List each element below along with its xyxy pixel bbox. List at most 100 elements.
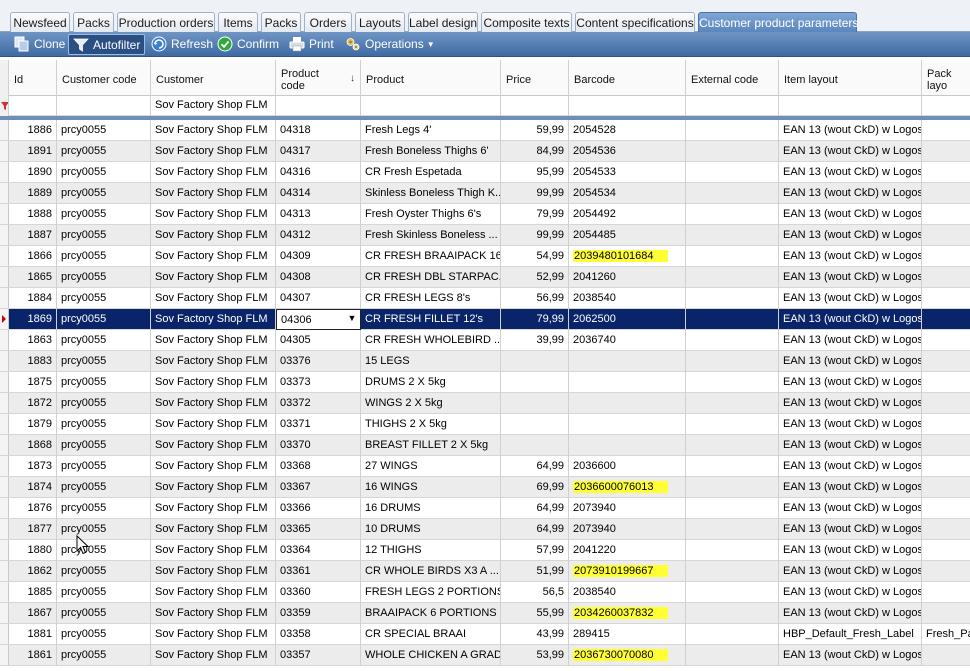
cell-item-layout[interactable]: EAN 13 (wout CkD) w Logos	[779, 204, 922, 225]
cell-pack-layout[interactable]	[922, 309, 970, 330]
cell-customer-code[interactable]: prcy0055	[57, 540, 151, 561]
cell-pack-layout[interactable]	[922, 540, 970, 561]
cell-price[interactable]: 52,99	[501, 267, 569, 288]
cell-id[interactable]: 1885	[9, 582, 57, 603]
cell-external-code[interactable]	[686, 477, 779, 498]
cell-pack-layout[interactable]	[922, 477, 970, 498]
cell-barcode[interactable]	[569, 372, 686, 393]
cell-customer-code[interactable]: prcy0055	[57, 456, 151, 477]
cell-barcode[interactable]: 2041260	[569, 267, 686, 288]
cell-barcode[interactable]: 2073910199667	[569, 561, 686, 582]
cell-pack-layout[interactable]	[922, 456, 970, 477]
cell-product-code[interactable]: 04317	[276, 141, 361, 162]
table-row[interactable]: 1889 prcy0055 Sov Factory Shop FLM 04314 Ski…	[0, 183, 970, 204]
cell-barcode[interactable]: 2034260037832	[569, 603, 686, 624]
cell-item-layout[interactable]: EAN 13 (wout CkD) w Logos	[779, 141, 922, 162]
cell-id[interactable]: 1875	[9, 372, 57, 393]
cell-price[interactable]: 59,99	[501, 120, 569, 141]
cell-customer-code[interactable]: prcy0055	[57, 330, 151, 351]
cell-customer-code[interactable]: prcy0055	[57, 603, 151, 624]
table-row[interactable]: 1868 prcy0055 Sov Factory Shop FLM 03370 BRE…	[0, 435, 970, 456]
row-indicator[interactable]	[0, 351, 9, 371]
filter-cell-pack-layout[interactable]	[922, 96, 970, 116]
filter-cell-customer-code[interactable]	[57, 96, 151, 116]
cell-product-code[interactable]: 04307	[276, 288, 361, 309]
row-indicator[interactable]	[0, 204, 9, 224]
cell-product[interactable]: DRUMS 2 X 5kg	[361, 372, 501, 393]
tab-layouts[interactable]: Layouts	[355, 12, 405, 32]
filter-cell-product[interactable]	[361, 96, 501, 116]
cell-pack-layout[interactable]	[922, 120, 970, 141]
cell-product-code[interactable]: 03359	[276, 603, 361, 624]
table-row[interactable]: 1887 prcy0055 Sov Factory Shop FLM 04312 Fre…	[0, 225, 970, 246]
tab-content-specifications[interactable]: Content specifications	[575, 12, 695, 32]
cell-item-layout[interactable]: HBP_Default_Fresh_Label	[779, 624, 922, 645]
cell-pack-layout[interactable]	[922, 414, 970, 435]
cell-product-code[interactable]: 03367	[276, 477, 361, 498]
table-row[interactable]: 1874 prcy0055 Sov Factory Shop FLM 03367 16 …	[0, 477, 970, 498]
row-indicator[interactable]	[0, 267, 9, 287]
cell-product-code[interactable]: 03364	[276, 540, 361, 561]
cell-item-layout[interactable]: EAN 13 (wout CkD) w Logos	[779, 540, 922, 561]
cell-product-code[interactable]: 03376	[276, 351, 361, 372]
cell-product[interactable]: CR FRESH WHOLEBIRD ...	[361, 330, 501, 351]
cell-customer[interactable]: Sov Factory Shop FLM	[151, 162, 276, 183]
cell-product[interactable]: 12 THIGHS	[361, 540, 501, 561]
cell-pack-layout[interactable]: Fresh_Pa	[922, 624, 970, 645]
cell-product[interactable]: 16 WINGS	[361, 477, 501, 498]
cell-customer[interactable]: Sov Factory Shop FLM	[151, 309, 276, 330]
cell-product-code[interactable]: 03365	[276, 519, 361, 540]
cell-pack-layout[interactable]	[922, 561, 970, 582]
cell-barcode[interactable]	[569, 435, 686, 456]
cell-product[interactable]: WHOLE CHICKEN A GRADE	[361, 645, 501, 666]
cell-product[interactable]: BREAST FILLET 2 X 5kg	[361, 435, 501, 456]
cell-pack-layout[interactable]	[922, 267, 970, 288]
cell-barcode[interactable]: 289415	[569, 624, 686, 645]
tab-packs-2[interactable]: Packs	[261, 12, 301, 32]
cell-product-code[interactable]: 04316	[276, 162, 361, 183]
cell-product-code[interactable]: 04305	[276, 330, 361, 351]
cell-product[interactable]: Fresh Legs 4'	[361, 120, 501, 141]
cell-customer-code[interactable]: prcy0055	[57, 267, 151, 288]
cell-id[interactable]: 1891	[9, 141, 57, 162]
row-indicator[interactable]	[0, 435, 9, 455]
clone-button[interactable]: Clone	[10, 34, 69, 55]
row-indicator[interactable]	[0, 561, 9, 581]
table-row[interactable]: 1884 prcy0055 Sov Factory Shop FLM 04307 CR …	[0, 288, 970, 309]
confirm-button[interactable]: Confirm	[213, 34, 283, 55]
cell-product[interactable]: CR FRESH FILLET 12's	[361, 309, 501, 330]
cell-customer[interactable]: Sov Factory Shop FLM	[151, 351, 276, 372]
cell-price[interactable]: 53,99	[501, 645, 569, 666]
cell-customer-code[interactable]: prcy0055	[57, 183, 151, 204]
cell-external-code[interactable]	[686, 519, 779, 540]
column-header-price[interactable]: Price	[501, 60, 569, 96]
cell-external-code[interactable]	[686, 645, 779, 666]
cell-item-layout[interactable]: EAN 13 (wout CkD) w Logos	[779, 330, 922, 351]
cell-external-code[interactable]	[686, 498, 779, 519]
filter-cell-external-code[interactable]	[686, 96, 779, 116]
cell-price[interactable]: 43,99	[501, 624, 569, 645]
cell-external-code[interactable]	[686, 120, 779, 141]
cell-item-layout[interactable]: EAN 13 (wout CkD) w Logos	[779, 435, 922, 456]
cell-customer[interactable]: Sov Factory Shop FLM	[151, 267, 276, 288]
cell-product-code[interactable]: 03357	[276, 645, 361, 666]
tab-customer-product-parameters[interactable]: Customer product parameters	[698, 12, 858, 32]
tab-production-orders[interactable]: Production orders	[117, 12, 215, 32]
column-header-barcode[interactable]: Barcode	[569, 60, 686, 96]
cell-price[interactable]	[501, 414, 569, 435]
cell-external-code[interactable]	[686, 435, 779, 456]
row-indicator[interactable]	[0, 603, 9, 623]
cell-product-code[interactable]: 04313	[276, 204, 361, 225]
cell-price[interactable]: 56,5	[501, 582, 569, 603]
cell-barcode[interactable]: 2038540	[569, 288, 686, 309]
cell-pack-layout[interactable]	[922, 393, 970, 414]
cell-product-code[interactable]: 03361	[276, 561, 361, 582]
cell-external-code[interactable]	[686, 246, 779, 267]
cell-pack-layout[interactable]	[922, 288, 970, 309]
cell-id[interactable]: 1869	[9, 309, 57, 330]
row-indicator[interactable]	[0, 393, 9, 413]
cell-barcode[interactable]: 2054528	[569, 120, 686, 141]
cell-barcode[interactable]: 2073940	[569, 498, 686, 519]
cell-external-code[interactable]	[686, 393, 779, 414]
cell-customer-code[interactable]: prcy0055	[57, 414, 151, 435]
